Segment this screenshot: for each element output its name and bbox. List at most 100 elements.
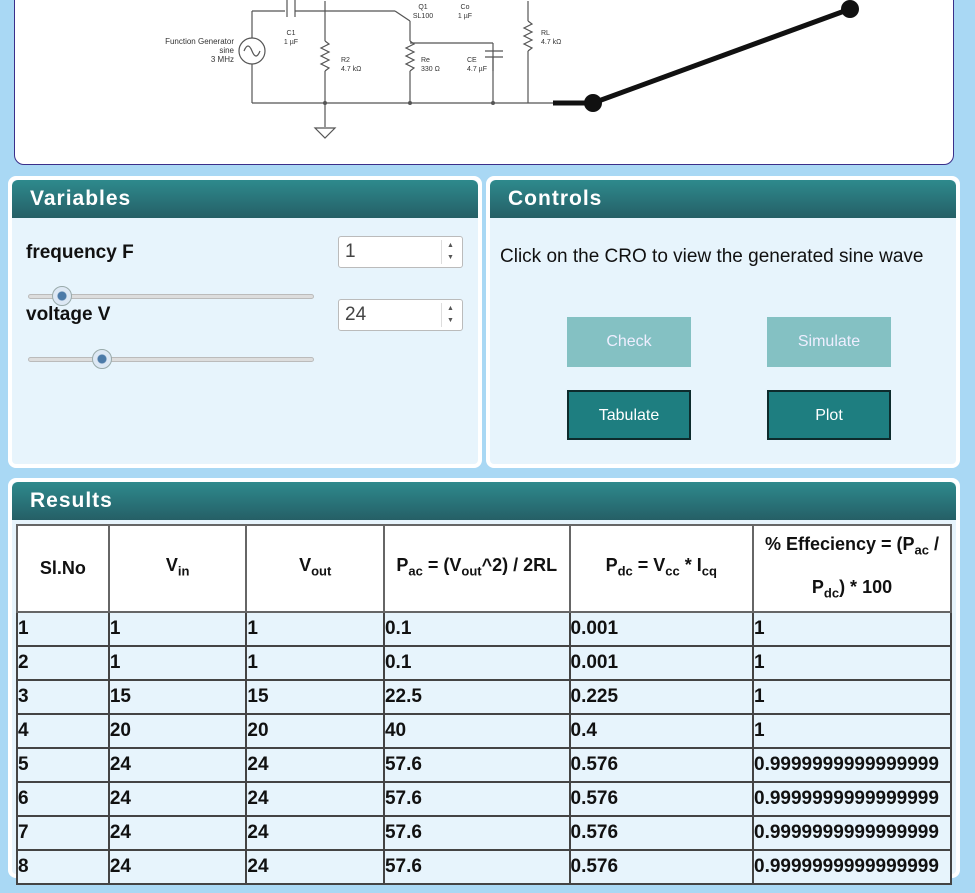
- table-cell: 24: [245, 781, 385, 818]
- table-cell: 4: [16, 713, 110, 750]
- voltage-slider-thumb[interactable]: [91, 349, 112, 369]
- table-cell: 0.4: [568, 713, 755, 750]
- frequency-input[interactable]: 1 ▲ ▼: [338, 236, 463, 268]
- table-cell: 24: [107, 781, 248, 818]
- voltage-label: voltage V: [26, 304, 111, 325]
- table-cell: 1: [752, 645, 952, 682]
- variables-title: Variables: [12, 180, 478, 218]
- spin-up-icon[interactable]: ▲: [442, 303, 459, 315]
- table-cell: 0.9999999999999999: [752, 849, 952, 886]
- r2-name: R2: [341, 57, 350, 64]
- table-cell: 6: [16, 781, 110, 818]
- r2-value: 4.7 kΩ: [341, 66, 361, 73]
- table-cell: 15: [245, 679, 385, 716]
- col-vin: Vin: [107, 523, 248, 614]
- rl-value: 4.7 kΩ: [541, 39, 561, 46]
- spin-down-icon[interactable]: ▼: [442, 252, 459, 264]
- circuit-schematic: Function Generator sine 3 MHz C1 1 µF Q1…: [165, 0, 859, 139]
- frequency-slider[interactable]: [28, 286, 314, 306]
- table-cell: 0.1: [382, 611, 571, 648]
- generator-label-3: 3 MHz: [211, 55, 234, 64]
- voltage-input-value: 24: [345, 304, 367, 325]
- co-name: Co: [461, 4, 470, 11]
- table-cell: 40: [382, 713, 571, 750]
- plot-button[interactable]: Plot: [767, 390, 891, 440]
- probe-wire[interactable]: [592, 6, 851, 106]
- table-cell: 57.6: [382, 781, 571, 818]
- table-header-row: Sl.No Vin Vout Pac = (Vout^2) / 2RL Pdc …: [16, 523, 952, 614]
- cro-instruction: Click on the CRO to view the generated s…: [500, 246, 924, 267]
- table-cell: 0.576: [568, 815, 755, 852]
- c1-value: 1 µF: [284, 39, 298, 46]
- table-cell: 0.576: [568, 781, 755, 818]
- frequency-input-value: 1: [345, 241, 356, 262]
- table-cell: 20: [107, 713, 248, 750]
- probe-node-end[interactable]: [841, 0, 859, 18]
- c1-name: C1: [287, 30, 296, 37]
- table-cell: 1: [16, 611, 110, 648]
- check-button[interactable]: Check: [567, 317, 691, 367]
- voltage-spinner[interactable]: ▲ ▼: [441, 303, 459, 327]
- table-cell: 24: [245, 849, 385, 886]
- table-row: 5 24 24 57.6 0.576 0.9999999999999999: [16, 747, 952, 784]
- table-cell: 0.1: [382, 645, 571, 682]
- table-cell: 15: [107, 679, 248, 716]
- table-cell: 5: [16, 747, 110, 784]
- table-cell: 2: [16, 645, 110, 682]
- generator-label-2: sine: [219, 46, 234, 55]
- q1-name: Q1: [418, 4, 427, 11]
- table-cell: 57.6: [382, 815, 571, 852]
- table-cell: 1: [107, 611, 248, 648]
- tabulate-button[interactable]: Tabulate: [567, 390, 691, 440]
- table-cell: 24: [107, 747, 248, 784]
- table-cell: 1: [107, 645, 248, 682]
- table-cell: 0.225: [568, 679, 755, 716]
- table-cell: 0.9999999999999999: [752, 781, 952, 818]
- table-cell: 0.576: [568, 849, 755, 886]
- table-cell: 0.9999999999999999: [752, 747, 952, 784]
- table-row: 1 1 1 0.1 0.001 1: [16, 611, 952, 648]
- table-cell: 22.5: [382, 679, 571, 716]
- table-cell: 1: [752, 611, 952, 648]
- variables-panel: Variables frequency F 1 ▲ ▼ voltage V 24…: [8, 176, 482, 468]
- rl-name: RL: [541, 30, 550, 37]
- table-row: 7 24 24 57.6 0.576 0.9999999999999999: [16, 815, 952, 852]
- table-cell: 57.6: [382, 849, 571, 886]
- controls-panel: Controls Click on the CRO to view the ge…: [486, 176, 960, 468]
- table-cell: 57.6: [382, 747, 571, 784]
- table-cell: 0.001: [568, 645, 755, 682]
- re-name: Re: [421, 57, 430, 64]
- voltage-input[interactable]: 24 ▲ ▼: [338, 299, 463, 331]
- table-cell: 1: [752, 679, 952, 716]
- table-row: 6 24 24 57.6 0.576 0.9999999999999999: [16, 781, 952, 818]
- results-panel: Results Sl.No Vin Vout Pac = (Vout^2) / …: [8, 478, 960, 886]
- col-slno: Sl.No: [16, 523, 110, 614]
- circuit-diagram: Function Generator sine 3 MHz C1 1 µF Q1…: [14, 0, 954, 165]
- simulate-button[interactable]: Simulate: [767, 317, 891, 367]
- probe-node-start[interactable]: [584, 94, 602, 112]
- controls-title: Controls: [490, 180, 956, 218]
- table-row: 3 15 15 22.5 0.225 1: [16, 679, 952, 716]
- frequency-label: frequency F: [26, 242, 134, 263]
- co-value: 1 µF: [458, 13, 472, 20]
- spin-up-icon[interactable]: ▲: [442, 240, 459, 252]
- ce-value: 4.7 µF: [467, 66, 487, 73]
- table-cell: 0.576: [568, 747, 755, 784]
- table-cell: 1: [245, 611, 385, 648]
- table-cell: 1: [752, 713, 952, 750]
- table-cell: 1: [245, 645, 385, 682]
- table-cell: 24: [245, 815, 385, 852]
- table-row: 8 24 24 57.6 0.576 0.9999999999999999: [16, 849, 952, 886]
- table-cell: 3: [16, 679, 110, 716]
- table-row: 2 1 1 0.1 0.001 1: [16, 645, 952, 682]
- frequency-spinner[interactable]: ▲ ▼: [441, 240, 459, 264]
- spin-down-icon[interactable]: ▼: [442, 315, 459, 327]
- re-value: 330 Ω: [421, 66, 440, 73]
- frequency-slider-thumb[interactable]: [51, 286, 72, 306]
- voltage-slider[interactable]: [28, 349, 314, 369]
- results-table: Sl.No Vin Vout Pac = (Vout^2) / 2RL Pdc …: [16, 523, 952, 886]
- generator-label-1: Function Generator: [165, 37, 234, 46]
- col-vout: Vout: [245, 523, 385, 614]
- table-cell: 7: [16, 815, 110, 852]
- table-cell: 0.001: [568, 611, 755, 648]
